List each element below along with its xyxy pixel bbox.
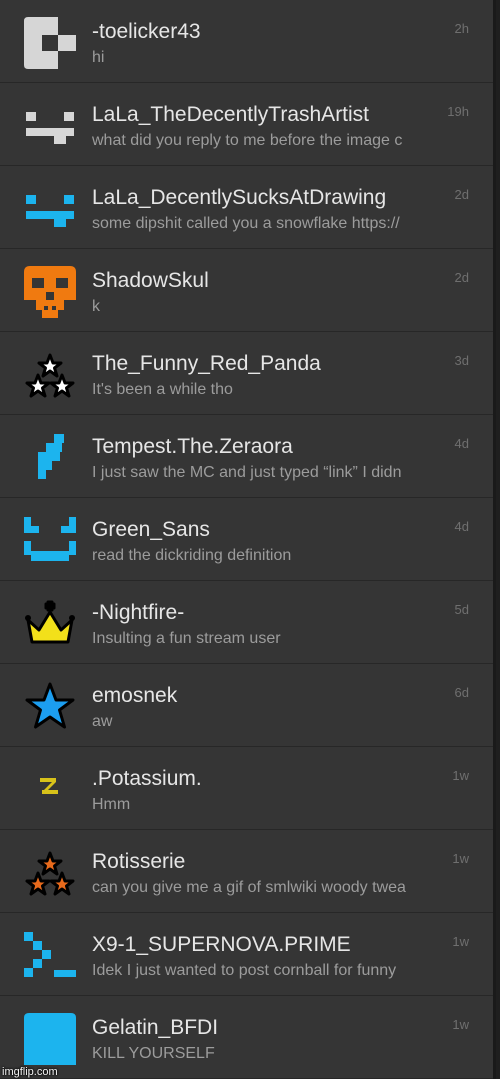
conversation-row[interactable]: Gelatin_BFDI KILL YOURSELF 1w xyxy=(0,996,493,1079)
avatar-graphic xyxy=(25,682,75,729)
conversation-time: 5d xyxy=(454,602,469,617)
blue-square-icon xyxy=(24,1013,76,1065)
conversation-row[interactable]: -Nightfire- Insulting a fun stream user … xyxy=(0,581,493,664)
conversation-name: Gelatin_BFDI xyxy=(92,1016,219,1039)
avatar-graphic xyxy=(24,17,76,69)
conversation-preview: Insulting a fun stream user xyxy=(92,630,281,647)
conversation-row[interactable]: Rotisserie can you give me a gif of smlw… xyxy=(0,830,493,913)
conversation-time: 19h xyxy=(447,104,469,119)
conversation-row[interactable]: X9-1_SUPERNOVA.PRIME Idek I just wanted … xyxy=(0,913,493,996)
avatar-graphic xyxy=(26,112,74,144)
conversation-preview: some dipshit called you a snowflake http… xyxy=(92,215,400,232)
avatar-graphic xyxy=(24,266,76,318)
pixel-face-icon xyxy=(24,100,76,152)
conversation-row[interactable]: .Potassium. Hmm 1w xyxy=(0,747,493,830)
conversation-time: 2d xyxy=(454,187,469,202)
conversation-row[interactable]: ShadowSkul k 2d xyxy=(0,249,493,332)
conversation-time: 1w xyxy=(452,1017,469,1032)
avatar-graphic xyxy=(24,932,76,977)
pixel-face-icon xyxy=(24,183,76,235)
checker-block-icon xyxy=(24,17,76,69)
avatar-graphic xyxy=(38,434,64,479)
conversation-name: Tempest.The.Zeraora xyxy=(92,435,293,458)
conversation-name: LaLa_TheDecentlyTrashArtist xyxy=(92,103,370,126)
conversation-preview: It's been a while tho xyxy=(92,381,233,398)
conversation-time: 6d xyxy=(454,685,469,700)
pixel-smile-icon xyxy=(24,515,76,567)
avatar-graphic xyxy=(25,851,75,896)
conversation-preview: Idek I just wanted to post cornball for … xyxy=(92,962,397,979)
conversation-row[interactable]: emosnek aw 6d xyxy=(0,664,493,747)
conversation-name: -Nightfire- xyxy=(92,601,185,624)
conversation-preview: what did you reply to me before the imag… xyxy=(92,132,403,149)
conversation-row[interactable]: Tempest.The.Zeraora I just saw the MC an… xyxy=(0,415,493,498)
three-stars-icon xyxy=(24,847,76,899)
conversation-name: The_Funny_Red_Panda xyxy=(92,352,321,375)
conversation-preview: aw xyxy=(92,713,113,730)
conversation-name: ShadowSkul xyxy=(92,269,209,292)
avatar-graphic xyxy=(40,778,58,794)
conversation-preview: can you give me a gif of smlwiki woody t… xyxy=(92,879,406,896)
lightning-icon xyxy=(24,764,76,816)
watermark: imgflip.com xyxy=(2,1066,58,1078)
avatar-graphic xyxy=(24,1013,76,1065)
conversation-preview: read the dickriding definition xyxy=(92,547,292,564)
three-stars-icon xyxy=(24,349,76,401)
conversation-time: 2h xyxy=(454,21,469,36)
star-icon xyxy=(24,681,76,733)
avatar-graphic xyxy=(25,353,75,398)
conversation-name: Green_Sans xyxy=(92,518,210,541)
conversation-name: emosnek xyxy=(92,684,178,707)
terminal-prompt-icon xyxy=(24,930,76,982)
conversation-preview: I just saw the MC and just typed “link” … xyxy=(92,464,402,481)
conversation-time: 2d xyxy=(454,270,469,285)
conversation-time: 4d xyxy=(454,519,469,534)
conversation-preview: Hmm xyxy=(92,796,131,813)
conversation-name: -toelicker43 xyxy=(92,20,201,43)
conversation-time: 3d xyxy=(454,353,469,368)
conversation-time: 1w xyxy=(452,768,469,783)
conversation-row[interactable]: LaLa_TheDecentlyTrashArtist what did you… xyxy=(0,83,493,166)
crown-icon xyxy=(24,598,76,650)
pixel-bolt-icon xyxy=(24,432,76,484)
conversation-name: Rotisserie xyxy=(92,850,186,873)
pixel-skull-icon xyxy=(24,266,76,318)
conversation-time: 1w xyxy=(452,851,469,866)
conversation-name: LaLa_DecentlySucksAtDrawing xyxy=(92,186,387,209)
conversation-name: .Potassium. xyxy=(92,767,202,790)
conversation-preview: KILL YOURSELF xyxy=(92,1045,215,1062)
avatar-graphic xyxy=(24,517,76,561)
conversation-list: -toelicker43 hi 2h LaLa_TheDecentlyTrash… xyxy=(0,0,496,1079)
avatar-graphic xyxy=(25,600,75,644)
conversation-row[interactable]: The_Funny_Red_Panda It's been a while th… xyxy=(0,332,493,415)
conversation-row[interactable]: Green_Sans read the dickriding definitio… xyxy=(0,498,493,581)
conversation-row[interactable]: -toelicker43 hi 2h xyxy=(0,0,493,83)
avatar-graphic xyxy=(26,195,74,227)
conversation-preview: hi xyxy=(92,49,105,66)
conversation-preview: k xyxy=(92,298,100,315)
conversation-name: X9-1_SUPERNOVA.PRIME xyxy=(92,933,351,956)
conversation-row[interactable]: LaLa_DecentlySucksAtDrawing some dipshit… xyxy=(0,166,493,249)
conversation-time: 4d xyxy=(454,436,469,451)
conversation-time: 1w xyxy=(452,934,469,949)
